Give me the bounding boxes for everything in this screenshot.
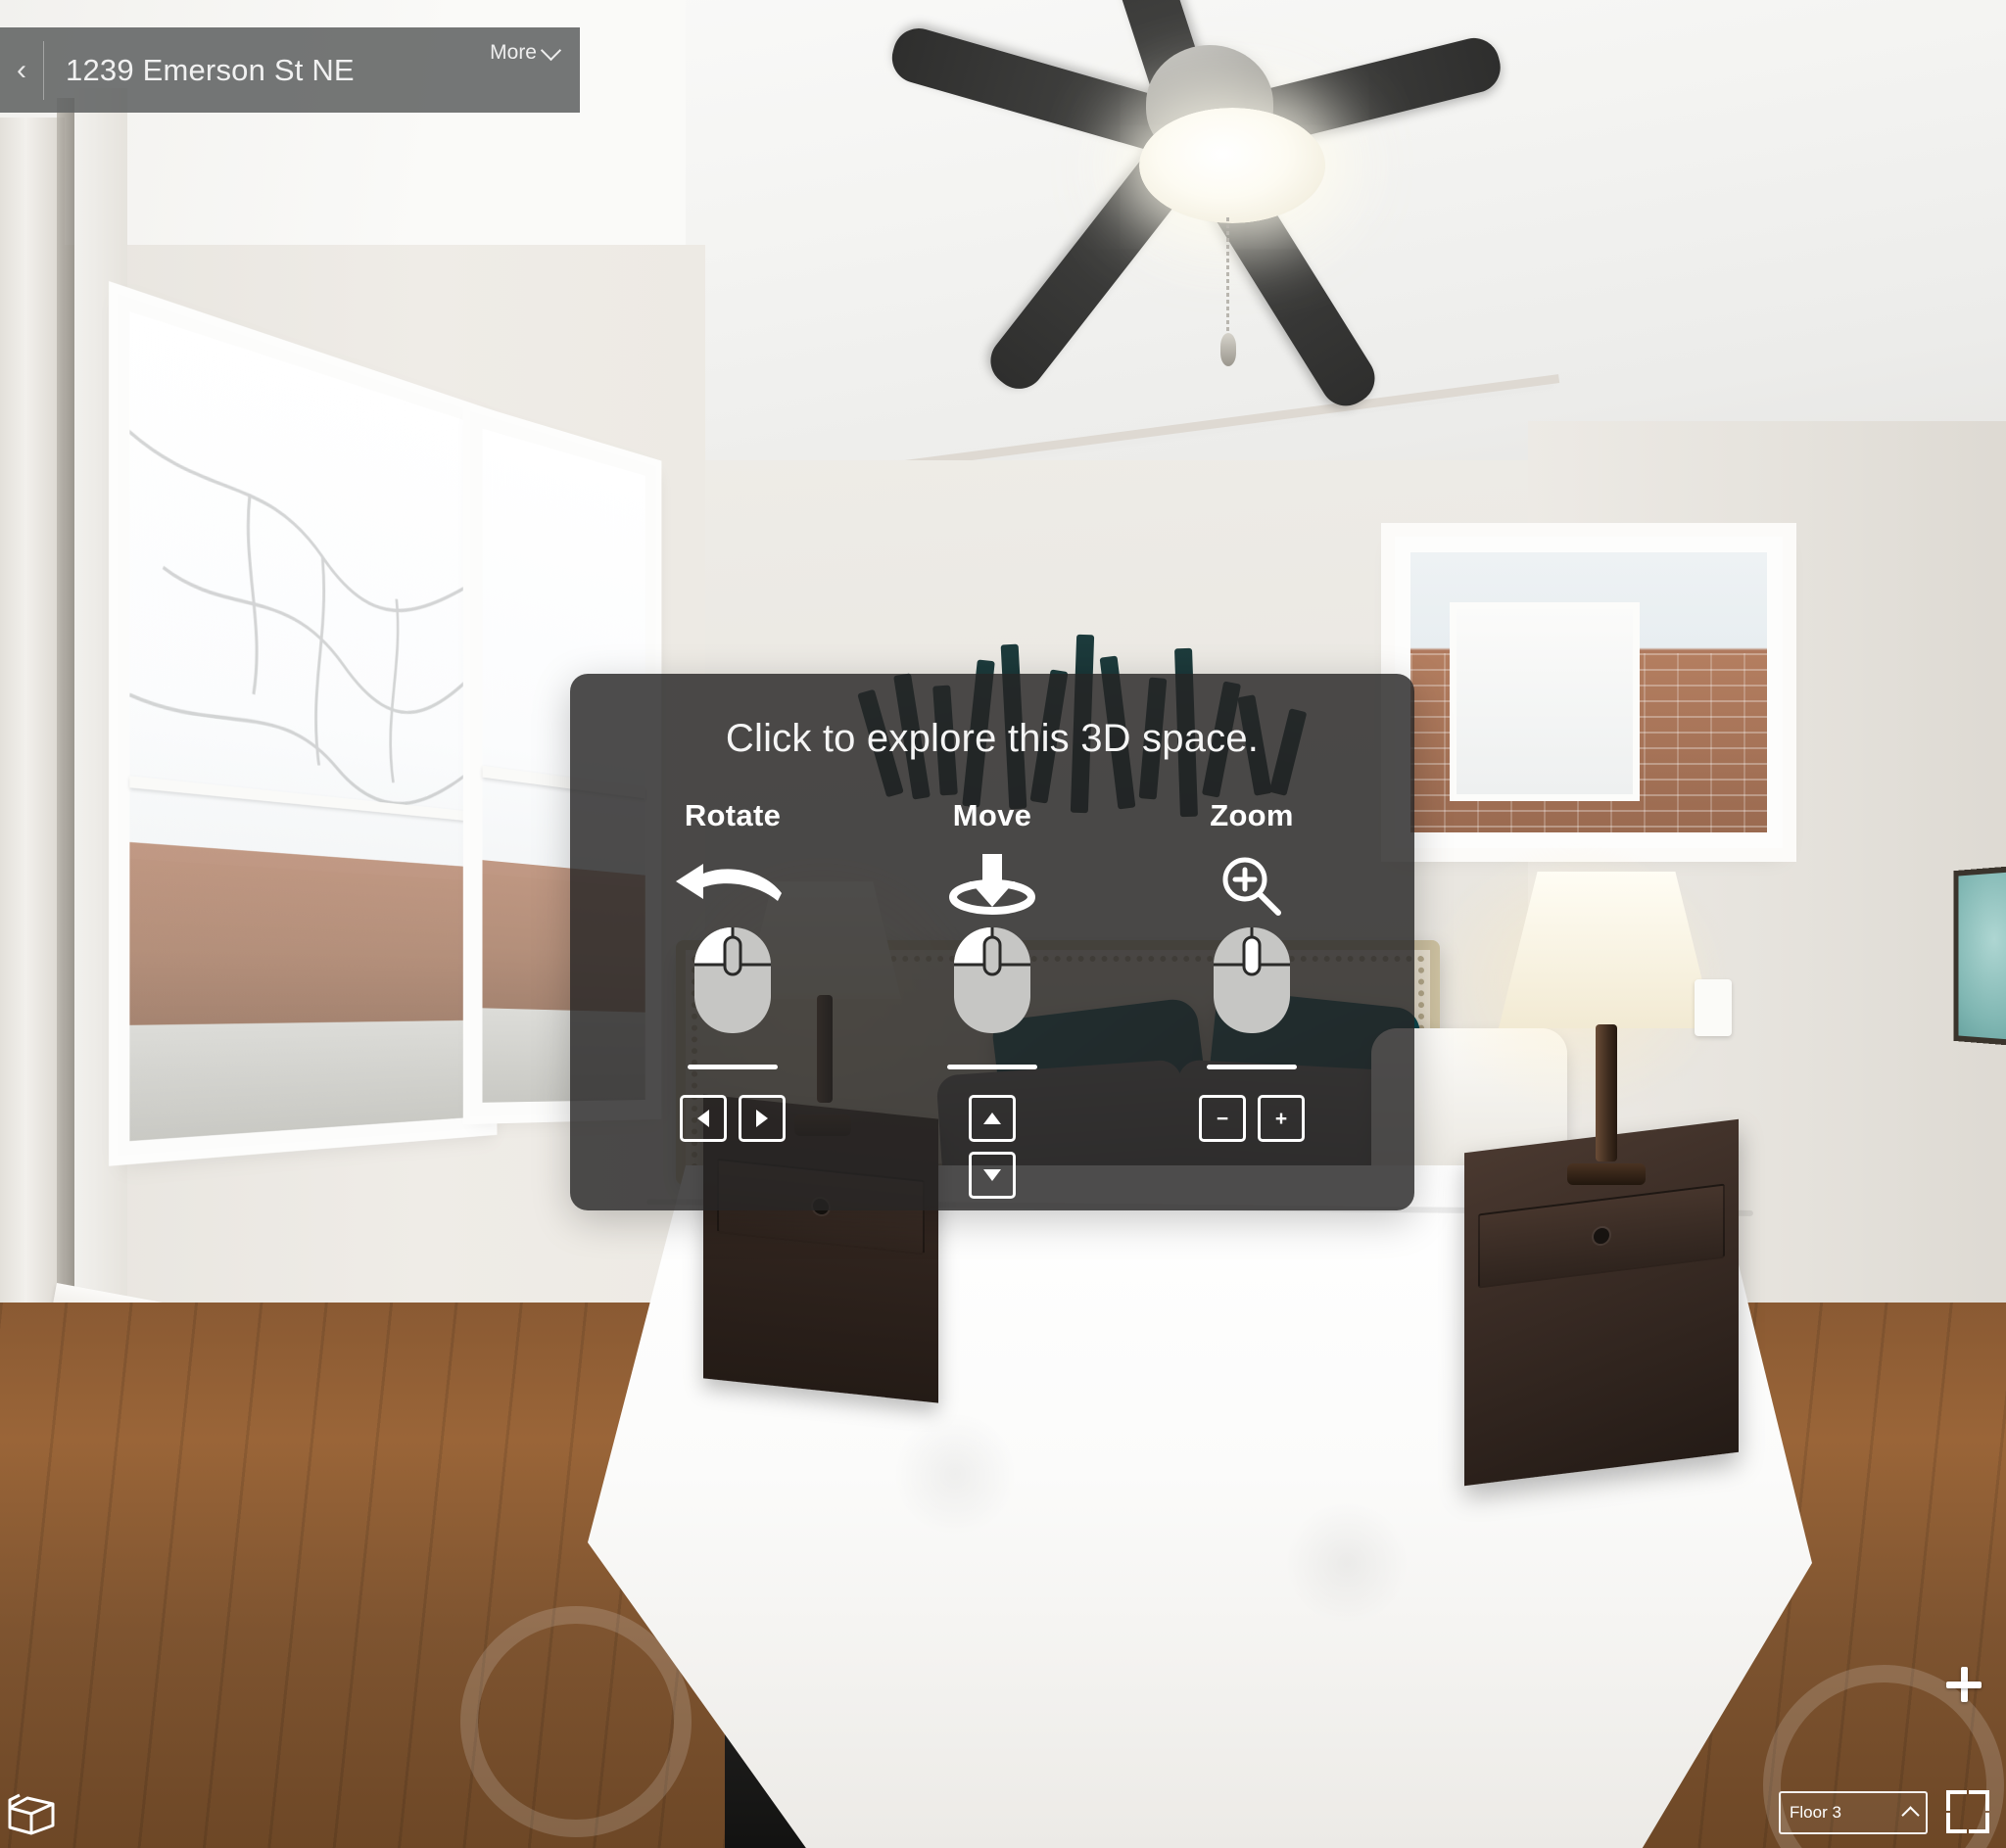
triangle-right-icon <box>756 1110 768 1127</box>
floor-selector-value: Floor 3 <box>1790 1803 1841 1822</box>
control-rotate: Rotate <box>625 798 840 1199</box>
right-window <box>1395 537 1783 848</box>
overlay-title: Click to explore this 3D space. <box>725 717 1260 760</box>
fullscreen-icon-corner <box>1969 1790 1989 1811</box>
control-separator <box>947 1065 1037 1069</box>
fan-pull-chain-tip <box>1220 333 1236 366</box>
control-separator <box>1207 1065 1297 1069</box>
control-zoom: Zoom − + <box>1144 798 1360 1199</box>
lamp-shade <box>1499 872 1714 1028</box>
tag-marker[interactable] <box>1944 1665 1983 1704</box>
triangle-down-icon <box>983 1169 1001 1181</box>
triangle-up-icon <box>983 1113 1001 1124</box>
left-window-large <box>118 294 492 1156</box>
move-forward-key[interactable] <box>969 1095 1016 1142</box>
fullscreen-icon-corner <box>1969 1813 1989 1833</box>
fullscreen-icon-corner <box>1946 1813 1967 1833</box>
viewer-header-bar: ‹ 1239 Emerson St NE More <box>0 27 580 113</box>
nightstand-drawer <box>1478 1183 1725 1289</box>
tree-branches-icon <box>129 311 483 1135</box>
wall-outlet <box>1695 979 1732 1036</box>
move-back-key[interactable] <box>969 1152 1016 1199</box>
floor-selector[interactable]: Floor 3 <box>1779 1791 1928 1834</box>
triangle-left-icon <box>697 1110 709 1127</box>
drawer-knob <box>1594 1227 1609 1245</box>
control-rotate-label: Rotate <box>684 798 782 832</box>
header-divider <box>43 40 44 100</box>
more-button[interactable]: More <box>490 39 562 65</box>
more-button-label: More <box>490 41 537 64</box>
chevron-left-icon: ‹ <box>17 53 26 86</box>
rotate-key-group <box>625 1095 840 1142</box>
back-button[interactable]: ‹ <box>0 27 43 113</box>
exterior-window-sash <box>1450 602 1640 802</box>
minus-icon: − <box>1216 1107 1229 1130</box>
chevron-down-icon <box>540 39 562 62</box>
explore-instructions-overlay[interactable]: Click to explore this 3D space. Rotate M… <box>570 674 1414 1210</box>
controls-row: Rotate Move Zoom − + <box>570 761 1414 1199</box>
dollhouse-view-icon <box>8 1793 55 1835</box>
mouse-left-button-icon <box>884 924 1100 1037</box>
ceiling-fan <box>862 0 1567 416</box>
rotate-left-key[interactable] <box>680 1095 727 1142</box>
zoom-key-group: − + <box>1144 1095 1360 1142</box>
mouse-left-button-icon <box>625 924 840 1037</box>
dollhouse-view-button[interactable] <box>6 1790 57 1837</box>
matterport-3d-viewer[interactable]: ‹ 1239 Emerson St NE More Click to explo… <box>0 0 2006 1848</box>
zoom-out-key[interactable]: − <box>1199 1095 1246 1142</box>
lamp-stem <box>1596 1024 1617 1161</box>
table-lamp-right <box>1410 832 1743 1185</box>
mouse-scroll-wheel-icon <box>1144 924 1360 1037</box>
framed-wall-art <box>1953 862 2006 1050</box>
fullscreen-icon <box>1946 1790 1967 1811</box>
right-window-pane <box>1410 552 1767 832</box>
left-window-glass <box>129 311 483 1142</box>
page-title: 1239 Emerson St NE <box>66 52 355 87</box>
rotate-right-key[interactable] <box>739 1095 786 1142</box>
plus-icon: + <box>1274 1107 1288 1130</box>
control-zoom-label: Zoom <box>1210 798 1294 832</box>
fan-pull-chain <box>1226 217 1229 335</box>
magnifier-plus-icon <box>1144 851 1360 922</box>
chevron-up-icon <box>1901 1805 1920 1824</box>
control-move: Move <box>884 798 1100 1199</box>
move-down-into-ring-icon <box>884 851 1100 922</box>
fullscreen-button[interactable] <box>1946 1790 1989 1833</box>
control-move-label: Move <box>952 798 1032 832</box>
move-key-group <box>884 1095 1100 1199</box>
lamp-base <box>1567 1163 1646 1185</box>
rotate-arrow-left-icon <box>625 851 840 922</box>
fan-light-globe <box>1139 108 1325 223</box>
zoom-in-key[interactable]: + <box>1258 1095 1305 1142</box>
control-separator <box>688 1065 778 1069</box>
